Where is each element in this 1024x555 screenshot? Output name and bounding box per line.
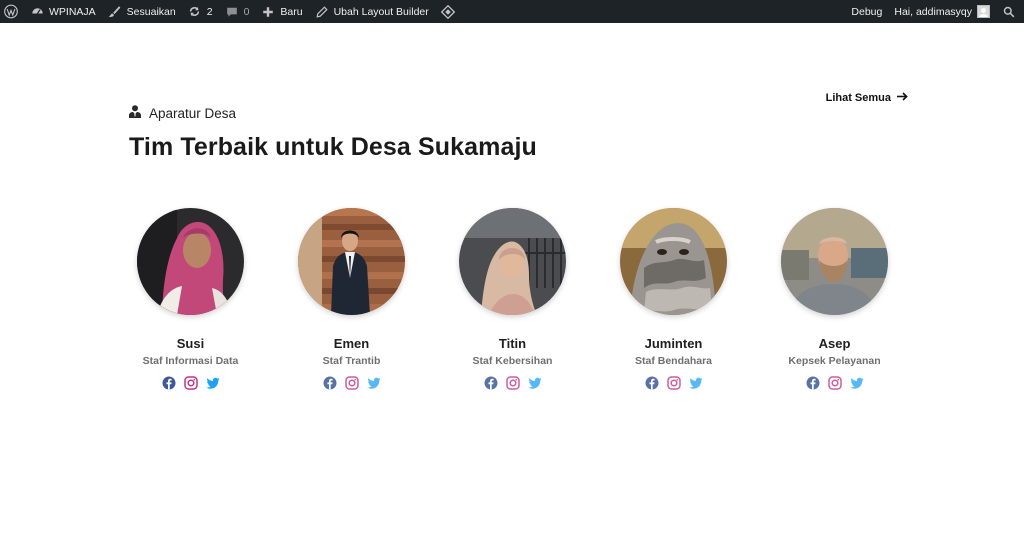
updates-link[interactable]: 2 bbox=[182, 0, 219, 23]
member-socials bbox=[645, 376, 703, 390]
member-name: Susi bbox=[176, 336, 205, 351]
brush-icon bbox=[108, 5, 122, 19]
site-name: WPINAJA bbox=[49, 5, 96, 18]
debug-link[interactable]: Debug bbox=[845, 0, 888, 23]
member-socials bbox=[806, 376, 864, 390]
section-eyebrow: Aparatur Desa bbox=[129, 105, 236, 121]
user-avatar bbox=[977, 5, 990, 18]
twitter-icon[interactable] bbox=[366, 376, 381, 390]
instagram-icon[interactable] bbox=[666, 376, 681, 390]
user-tie-icon bbox=[129, 105, 141, 121]
see-all-link[interactable]: Lihat Semua bbox=[826, 92, 908, 104]
search-icon bbox=[1002, 5, 1016, 19]
wordpress-icon bbox=[4, 4, 18, 19]
twitter-icon[interactable] bbox=[205, 376, 220, 390]
member-name: Titin bbox=[498, 336, 527, 351]
see-all-label: Lihat Semua bbox=[825, 92, 891, 104]
member-role: Staf Informasi Data bbox=[142, 355, 239, 367]
facebook-icon[interactable] bbox=[806, 376, 820, 390]
member-photo bbox=[620, 208, 727, 315]
twitter-icon[interactable] bbox=[849, 376, 864, 390]
facebook-icon[interactable] bbox=[162, 376, 176, 390]
account-menu[interactable]: Hai, addimasyqy bbox=[888, 0, 996, 23]
team-member-card: Titin Staf Kebersihan bbox=[432, 208, 593, 390]
builder-logo-button[interactable] bbox=[435, 0, 461, 23]
new-content-link[interactable]: Baru bbox=[255, 0, 308, 23]
member-socials bbox=[323, 376, 381, 390]
member-name: Emen bbox=[333, 336, 370, 351]
twitter-icon[interactable] bbox=[527, 376, 542, 390]
member-socials bbox=[162, 376, 220, 390]
team-list: Susi Staf Informasi Data Emen Staf Trant… bbox=[110, 208, 915, 390]
instagram-icon[interactable] bbox=[183, 376, 198, 390]
facebook-icon[interactable] bbox=[323, 376, 337, 390]
dashboard-icon bbox=[30, 5, 44, 19]
team-section: Aparatur Desa Tim Terbaik untuk Desa Suk… bbox=[0, 23, 1024, 555]
plus-icon bbox=[261, 5, 275, 19]
team-member-card: Emen Staf Trantib bbox=[271, 208, 432, 390]
instagram-icon[interactable] bbox=[344, 376, 359, 390]
comment-icon bbox=[225, 5, 239, 19]
customize-link[interactable]: Sesuaikan bbox=[102, 0, 182, 23]
team-member-card: Susi Staf Informasi Data bbox=[110, 208, 271, 390]
member-photo bbox=[298, 208, 405, 315]
new-label: Baru bbox=[280, 5, 303, 18]
updates-icon bbox=[188, 5, 202, 19]
section-heading: Tim Terbaik untuk Desa Sukamaju bbox=[129, 133, 537, 161]
search-button[interactable] bbox=[996, 0, 1024, 23]
instagram-icon[interactable] bbox=[505, 376, 520, 390]
layout-builder-label: Ubah Layout Builder bbox=[333, 5, 429, 18]
comments-link[interactable]: 0 bbox=[219, 0, 256, 23]
comments-count: 0 bbox=[243, 5, 250, 18]
instagram-icon[interactable] bbox=[827, 376, 842, 390]
admin-bar: WPINAJA Sesuaikan 2 0 Baru Ubah Layout B… bbox=[0, 0, 1024, 23]
team-member-card: Juminten Staf Bendahara bbox=[593, 208, 754, 390]
twitter-icon[interactable] bbox=[688, 376, 703, 390]
pencil-icon bbox=[315, 5, 329, 19]
member-photo bbox=[781, 208, 888, 315]
member-name: Asep bbox=[818, 336, 851, 351]
member-role: Staf Trantib bbox=[322, 355, 381, 367]
diamond-logo-icon bbox=[440, 4, 455, 19]
member-socials bbox=[484, 376, 542, 390]
member-role: Staf Kebersihan bbox=[472, 355, 553, 367]
member-role: Kepsek Pelayanan bbox=[788, 355, 881, 367]
member-name: Juminten bbox=[644, 336, 703, 351]
debug-label: Debug bbox=[851, 5, 883, 18]
member-photo bbox=[137, 208, 244, 315]
greeting-label: Hai, addimasyqy bbox=[894, 5, 972, 18]
layout-builder-link[interactable]: Ubah Layout Builder bbox=[309, 0, 435, 23]
facebook-icon[interactable] bbox=[484, 376, 498, 390]
wordpress-logo-button[interactable] bbox=[0, 0, 24, 23]
eyebrow-label: Aparatur Desa bbox=[149, 105, 237, 121]
team-member-card: Asep Kepsek Pelayanan bbox=[754, 208, 915, 390]
member-role: Staf Bendahara bbox=[634, 355, 713, 367]
customize-label: Sesuaikan bbox=[126, 5, 176, 18]
facebook-icon[interactable] bbox=[645, 376, 659, 390]
updates-count: 2 bbox=[206, 5, 213, 18]
arrow-right-icon bbox=[897, 92, 908, 104]
member-photo bbox=[459, 208, 566, 315]
site-name-link[interactable]: WPINAJA bbox=[24, 0, 102, 23]
